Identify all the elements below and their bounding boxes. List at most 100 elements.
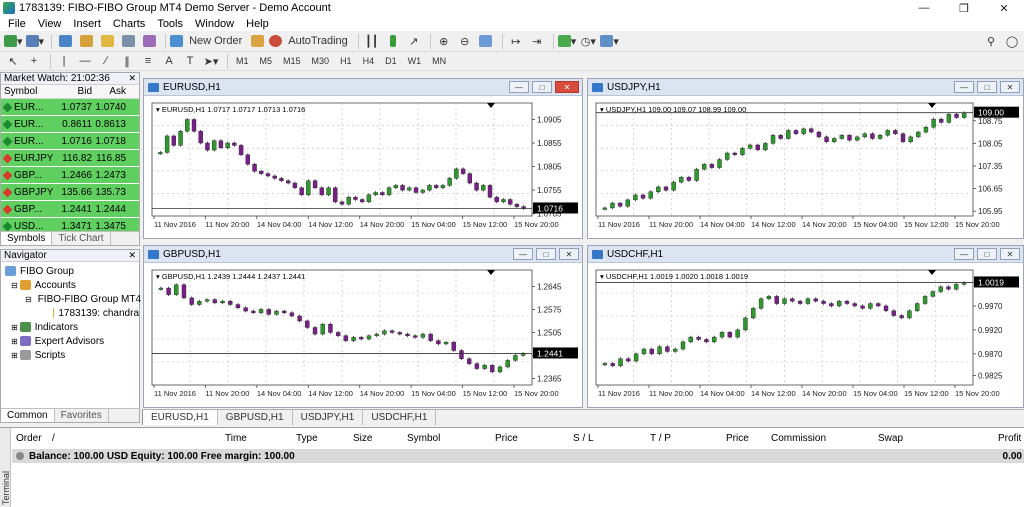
candlestick-icon[interactable] (384, 33, 402, 50)
bar-chart-icon[interactable]: ┃┃ (363, 33, 381, 50)
restore-button[interactable]: ❐ (944, 0, 984, 16)
minimize-button[interactable]: — (509, 81, 529, 93)
close-button[interactable]: ✕ (1000, 81, 1020, 93)
templates-icon[interactable]: ▾ (600, 33, 619, 50)
timeframe-m5[interactable]: M5 (256, 53, 277, 70)
collapse-icon[interactable]: ⊟ (25, 295, 32, 304)
maximize-button[interactable]: □ (532, 81, 552, 93)
fibonacci-icon[interactable]: ≡ (139, 53, 157, 70)
chart-window-gbpusd[interactable]: GBPUSD,H1 — □ ✕ 1.26451.25751.25051.2435… (143, 245, 583, 408)
column-order[interactable]: Order (16, 433, 42, 444)
candlestick-chart[interactable]: 1.0019 0.9970 0.9920 0.9870 0.9825 11 Nov 201… (588, 264, 1023, 407)
minimize-button[interactable]: — (954, 81, 974, 93)
close-button[interactable]: ✕ (555, 81, 579, 93)
crosshair-icon[interactable]: + (25, 53, 43, 70)
trendline-icon[interactable]: ∕ (97, 53, 115, 70)
vertical-line-icon[interactable]: | (55, 53, 73, 70)
timeframe-mn[interactable]: MN (428, 53, 450, 70)
data-window-icon[interactable] (77, 33, 95, 50)
collapse-icon[interactable]: ⊟ (11, 281, 18, 290)
column-sort[interactable]: / (52, 433, 55, 444)
chart-tab-usdjpy[interactable]: USDJPY,H1 (293, 410, 364, 425)
expand-icon[interactable]: ⊞ (11, 337, 18, 346)
candlestick-chart[interactable]: 1.09051.08551.08051.07551.070511 Nov 201… (144, 97, 582, 238)
minimize-button[interactable]: — (513, 248, 533, 260)
timeframe-m30[interactable]: M30 (308, 53, 334, 70)
menu-tools[interactable]: Tools (151, 18, 189, 30)
menu-help[interactable]: Help (240, 18, 275, 30)
chat-icon[interactable]: ◯ (1003, 33, 1021, 50)
new-order-button[interactable]: New Order (170, 33, 245, 50)
column-symbol[interactable]: Symbol (407, 433, 440, 444)
column-bid[interactable]: Bid (57, 86, 92, 97)
column-commission[interactable]: Commission (771, 433, 826, 444)
menu-insert[interactable]: Insert (67, 18, 107, 30)
timeframe-m1[interactable]: M1 (232, 53, 253, 70)
close-icon[interactable]: ✕ (128, 250, 136, 261)
column-size[interactable]: Size (353, 433, 372, 444)
tab-symbols[interactable]: Symbols (1, 232, 53, 245)
column-time[interactable]: Time (225, 433, 247, 444)
market-watch-row[interactable]: GBP... 1.2466 1.2473 (1, 167, 139, 184)
menu-view[interactable]: View (32, 18, 68, 30)
column-price[interactable]: Price (495, 433, 518, 444)
menu-file[interactable]: File (2, 18, 32, 30)
candlestick-chart[interactable]: 108.75 108.05 107.35 106.65 105.95 11 Nov 201… (588, 97, 1023, 238)
indicators-icon[interactable]: ▾ (557, 33, 576, 50)
nav-item-fibo-group[interactable]: FIBO Group (1, 264, 139, 278)
close-button[interactable]: ✕ (1000, 248, 1020, 260)
market-watch-row[interactable]: EUR... 1.0737 1.0740 (1, 99, 139, 116)
horizontal-line-icon[interactable]: — (76, 53, 94, 70)
search-icon[interactable]: ⚲ (982, 33, 1000, 50)
market-watch-row[interactable]: EURJPY 116.82 116.85 (1, 150, 139, 167)
column-sl[interactable]: S / L (573, 433, 594, 444)
auto-scroll-icon[interactable]: ↦ (507, 33, 525, 50)
nav-item-scripts[interactable]: ⊞ Scripts (1, 348, 139, 362)
metaeditor-icon[interactable] (248, 33, 266, 50)
navigator-icon[interactable] (98, 33, 116, 50)
column-price-current[interactable]: Price (726, 433, 749, 444)
nav-item-accounts[interactable]: ⊟ Accounts (1, 278, 139, 292)
tab-favorites[interactable]: Favorites (55, 409, 109, 422)
minimize-button[interactable]: — (904, 0, 944, 16)
text-label-icon[interactable]: T (181, 53, 199, 70)
line-chart-icon[interactable]: ↗ (405, 33, 423, 50)
minimize-button[interactable]: — (954, 248, 974, 260)
zoom-in-icon[interactable]: ⊕ (435, 33, 453, 50)
market-watch-row[interactable]: GBP... 1.2441 1.2444 (1, 201, 139, 218)
menu-charts[interactable]: Charts (107, 18, 151, 30)
tab-tick-chart[interactable]: Tick Chart (52, 232, 111, 245)
channel-icon[interactable]: ∥ (118, 53, 136, 70)
strategy-tester-icon[interactable] (140, 33, 158, 50)
cursor-icon[interactable]: ↖ (4, 53, 22, 70)
chart-tab-usdchf[interactable]: USDCHF,H1 (363, 410, 437, 425)
chart-window-eurusd[interactable]: EURUSD,H1 — □ ✕ 1.0905 1.0855 1.0805 1.0755… (143, 78, 583, 239)
expand-icon[interactable]: ⊞ (11, 351, 18, 360)
tile-windows-icon[interactable] (477, 33, 495, 50)
column-swap[interactable]: Swap (878, 433, 903, 444)
autotrading-button[interactable]: AutoTrading (269, 33, 351, 50)
column-ask[interactable]: Ask (92, 86, 128, 97)
chart-window-usdchf[interactable]: USDCHF,H1 — □ ✕ 1.0019 0.9970 0.9920 0.9870… (587, 245, 1024, 408)
nav-item-indicators[interactable]: ⊞ Indicators (1, 320, 139, 334)
market-watch-row[interactable]: EUR... 0.8611 0.8613 (1, 116, 139, 133)
market-watch-icon[interactable] (56, 33, 74, 50)
candlestick-chart[interactable]: 1.26451.25751.25051.24351.236511 Nov 201… (144, 264, 582, 407)
timeframe-w1[interactable]: W1 (404, 53, 426, 70)
terminal-icon[interactable] (119, 33, 137, 50)
nav-item-account[interactable]: 1783139: chandra (1, 306, 139, 320)
close-button[interactable]: ✕ (559, 248, 579, 260)
column-tp[interactable]: T / P (650, 433, 671, 444)
new-chart-icon[interactable]: ▾ (4, 33, 23, 50)
maximize-button[interactable]: □ (977, 81, 997, 93)
chart-shift-icon[interactable]: ⇥ (528, 33, 546, 50)
arrows-icon[interactable]: ➤▾ (202, 53, 220, 70)
maximize-button[interactable]: □ (977, 248, 997, 260)
profiles-icon[interactable]: ▾ (25, 33, 44, 50)
market-watch-row[interactable]: GBPJPY 135.66 135.73 (1, 184, 139, 201)
zoom-out-icon[interactable]: ⊖ (456, 33, 474, 50)
close-button[interactable]: ✕ (984, 0, 1024, 16)
timeframe-h4[interactable]: H4 (359, 53, 379, 70)
column-profit[interactable]: Profit (998, 433, 1021, 444)
menu-window[interactable]: Window (189, 18, 240, 30)
